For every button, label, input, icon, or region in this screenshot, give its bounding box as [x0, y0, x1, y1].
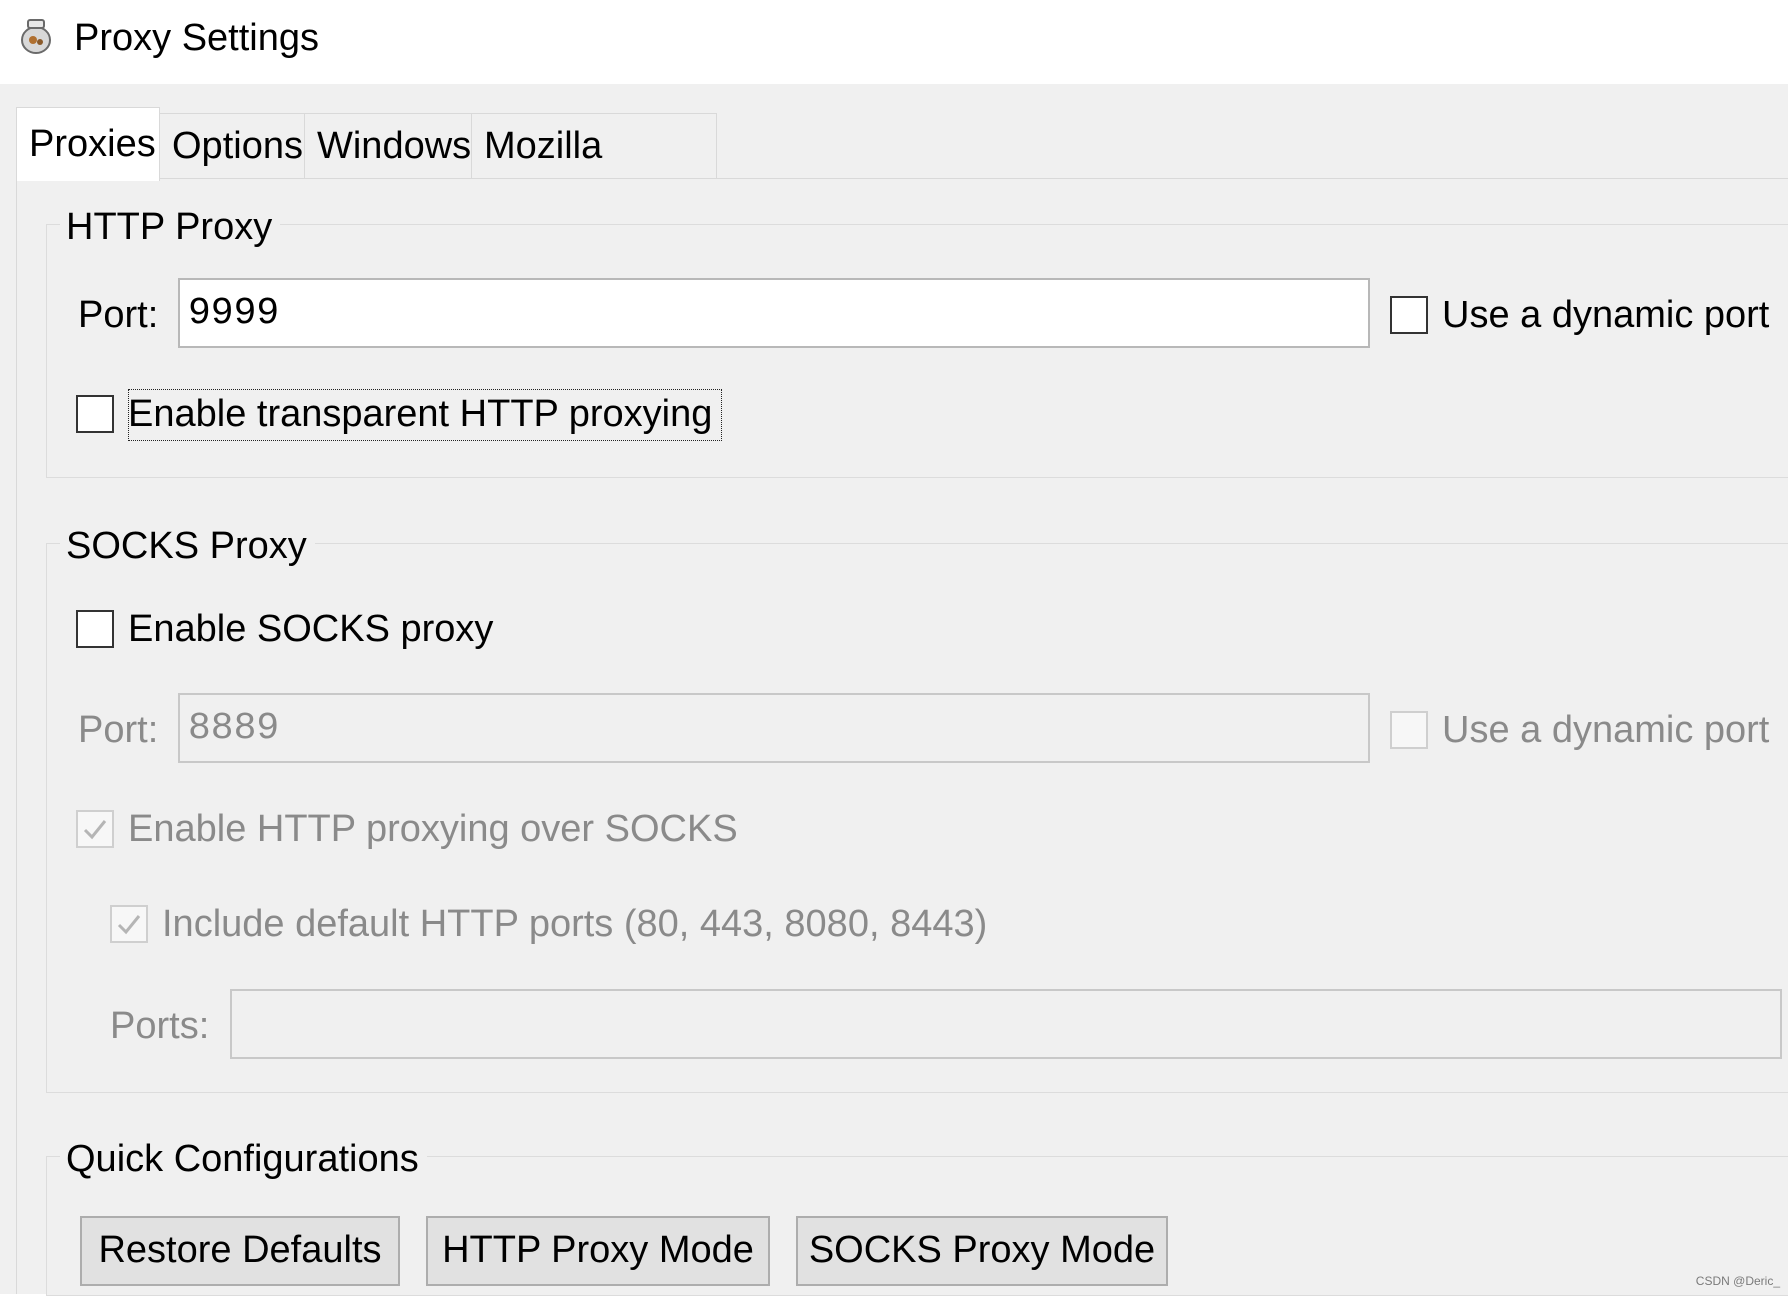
transparent-proxying-checkbox[interactable]: [76, 395, 114, 433]
tab-windows[interactable]: Windows: [304, 113, 472, 179]
socks-proxy-group-label: SOCKS Proxy: [60, 523, 315, 569]
default-ports-label: Include default HTTP ports (80, 443, 808…: [162, 901, 987, 947]
socks-port-input[interactable]: [178, 693, 1370, 763]
window-title: Proxy Settings: [74, 14, 319, 62]
http-port-label: Port:: [78, 292, 158, 338]
tab-options[interactable]: Options: [159, 113, 305, 179]
tab-mozilla-firefox[interactable]: Mozilla Firefox: [471, 113, 717, 179]
ports-label: Ports:: [110, 1003, 209, 1049]
http-proxy-group-label: HTTP Proxy: [60, 204, 280, 250]
charles-vase-icon: [16, 16, 56, 56]
default-ports-checkbox[interactable]: [110, 905, 148, 943]
checkmark-icon: [115, 910, 143, 938]
watermark: CSDN @Deric_: [1696, 1274, 1780, 1288]
quick-config-group-label: Quick Configurations: [60, 1136, 427, 1182]
checkmark-icon: [81, 815, 109, 843]
http-over-socks-label: Enable HTTP proxying over SOCKS: [128, 806, 738, 852]
socks-dynamic-port-label: Use a dynamic port: [1442, 707, 1769, 753]
title-bar: Proxy Settings: [0, 0, 1788, 84]
socks-port-label: Port:: [78, 707, 158, 753]
transparent-proxying-label: Enable transparent HTTP proxying: [128, 391, 712, 437]
http-port-input[interactable]: [178, 278, 1370, 348]
restore-defaults-button[interactable]: Restore Defaults: [80, 1216, 400, 1286]
ports-input[interactable]: [230, 989, 1782, 1059]
http-dynamic-port-checkbox[interactable]: [1390, 296, 1428, 334]
socks-dynamic-port-checkbox[interactable]: [1390, 711, 1428, 749]
enable-socks-checkbox[interactable]: [76, 610, 114, 648]
enable-socks-label: Enable SOCKS proxy: [128, 606, 493, 652]
tab-proxies[interactable]: Proxies: [16, 107, 160, 181]
http-dynamic-port-label: Use a dynamic port: [1442, 292, 1769, 338]
http-over-socks-checkbox[interactable]: [76, 810, 114, 848]
socks-proxy-mode-button[interactable]: SOCKS Proxy Mode: [796, 1216, 1168, 1286]
http-proxy-mode-button[interactable]: HTTP Proxy Mode: [426, 1216, 770, 1286]
